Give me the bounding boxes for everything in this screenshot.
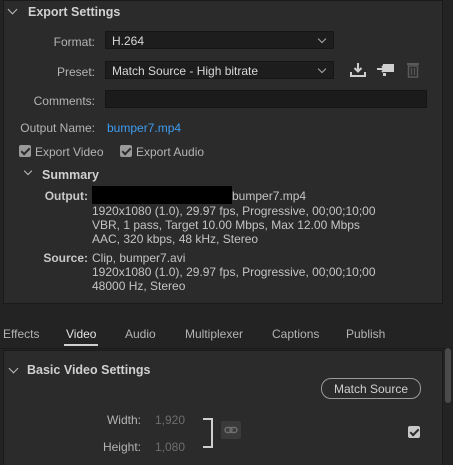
- delete-preset-icon[interactable]: [405, 61, 421, 79]
- chevron-down-icon: [317, 64, 327, 74]
- basic-video-checkbox[interactable]: [408, 426, 420, 438]
- comments-input[interactable]: [105, 90, 427, 108]
- export-audio-checkbox[interactable]: [120, 145, 132, 157]
- output-name-label: Output Name:: [20, 121, 95, 135]
- height-value[interactable]: 1,080: [155, 440, 185, 454]
- format-value: H.264: [112, 34, 145, 48]
- summary-output-line: VBR, 1 pass, Target 10.00 Mbps, Max 12.0…: [92, 218, 360, 232]
- summary-output-line: bumper7.mp4: [232, 189, 307, 203]
- height-label: Height:: [102, 440, 141, 454]
- export-audio-label: Export Audio: [136, 145, 205, 159]
- export-video-label: Export Video: [35, 145, 104, 159]
- tab-publish[interactable]: Publish: [346, 327, 385, 341]
- width-value[interactable]: 1,920: [155, 413, 185, 427]
- format-select[interactable]: H.264: [105, 31, 334, 49]
- summary-title: Summary: [42, 168, 99, 182]
- output-name-link[interactable]: bumper7.mp4: [107, 121, 181, 135]
- export-video-checkbox[interactable]: [19, 145, 31, 157]
- settings-tab-bar: Effects Video Audio Multiplexer Captions…: [0, 318, 453, 349]
- tab-effects[interactable]: Effects: [3, 327, 39, 341]
- format-label: Format:: [53, 35, 95, 49]
- preset-label: Preset:: [56, 65, 95, 79]
- summary-source-line: 48000 Hz, Stereo: [92, 279, 186, 293]
- summary-output-line: AAC, 320 kbps, 48 kHz, Stereo: [92, 232, 259, 246]
- tab-audio[interactable]: Audio: [125, 327, 156, 341]
- export-settings-title: Export Settings: [28, 5, 121, 19]
- scrollbar-thumb[interactable]: [445, 348, 451, 403]
- basic-video-settings-title: Basic Video Settings: [27, 363, 151, 377]
- import-preset-icon[interactable]: [376, 61, 396, 79]
- summary-source-line: 1920x1080 (1.0), 29.97 fps, Progressive,…: [92, 265, 376, 279]
- comments-label: Comments:: [33, 94, 95, 108]
- preset-select[interactable]: Match Source - High bitrate: [105, 61, 334, 79]
- summary-source-line: Clip, bumper7.avi: [92, 251, 186, 265]
- redacted-path: [92, 186, 232, 204]
- aspect-bracket: [203, 418, 213, 448]
- tab-video[interactable]: Video: [66, 327, 96, 341]
- match-source-button[interactable]: Match Source: [321, 378, 421, 399]
- preset-value: Match Source - High bitrate: [112, 64, 259, 78]
- active-tab-indicator: [64, 344, 98, 346]
- save-preset-icon[interactable]: [349, 61, 367, 79]
- summary-source-key: Source:: [43, 251, 88, 265]
- link-icon[interactable]: [221, 421, 241, 439]
- width-label: Width:: [106, 413, 141, 427]
- chevron-down-icon: [317, 34, 327, 44]
- summary-output-key: Output:: [44, 189, 88, 203]
- tab-captions[interactable]: Captions: [272, 327, 319, 341]
- tab-multiplexer[interactable]: Multiplexer: [185, 327, 243, 341]
- summary-output-line: 1920x1080 (1.0), 29.97 fps, Progressive,…: [92, 204, 376, 218]
